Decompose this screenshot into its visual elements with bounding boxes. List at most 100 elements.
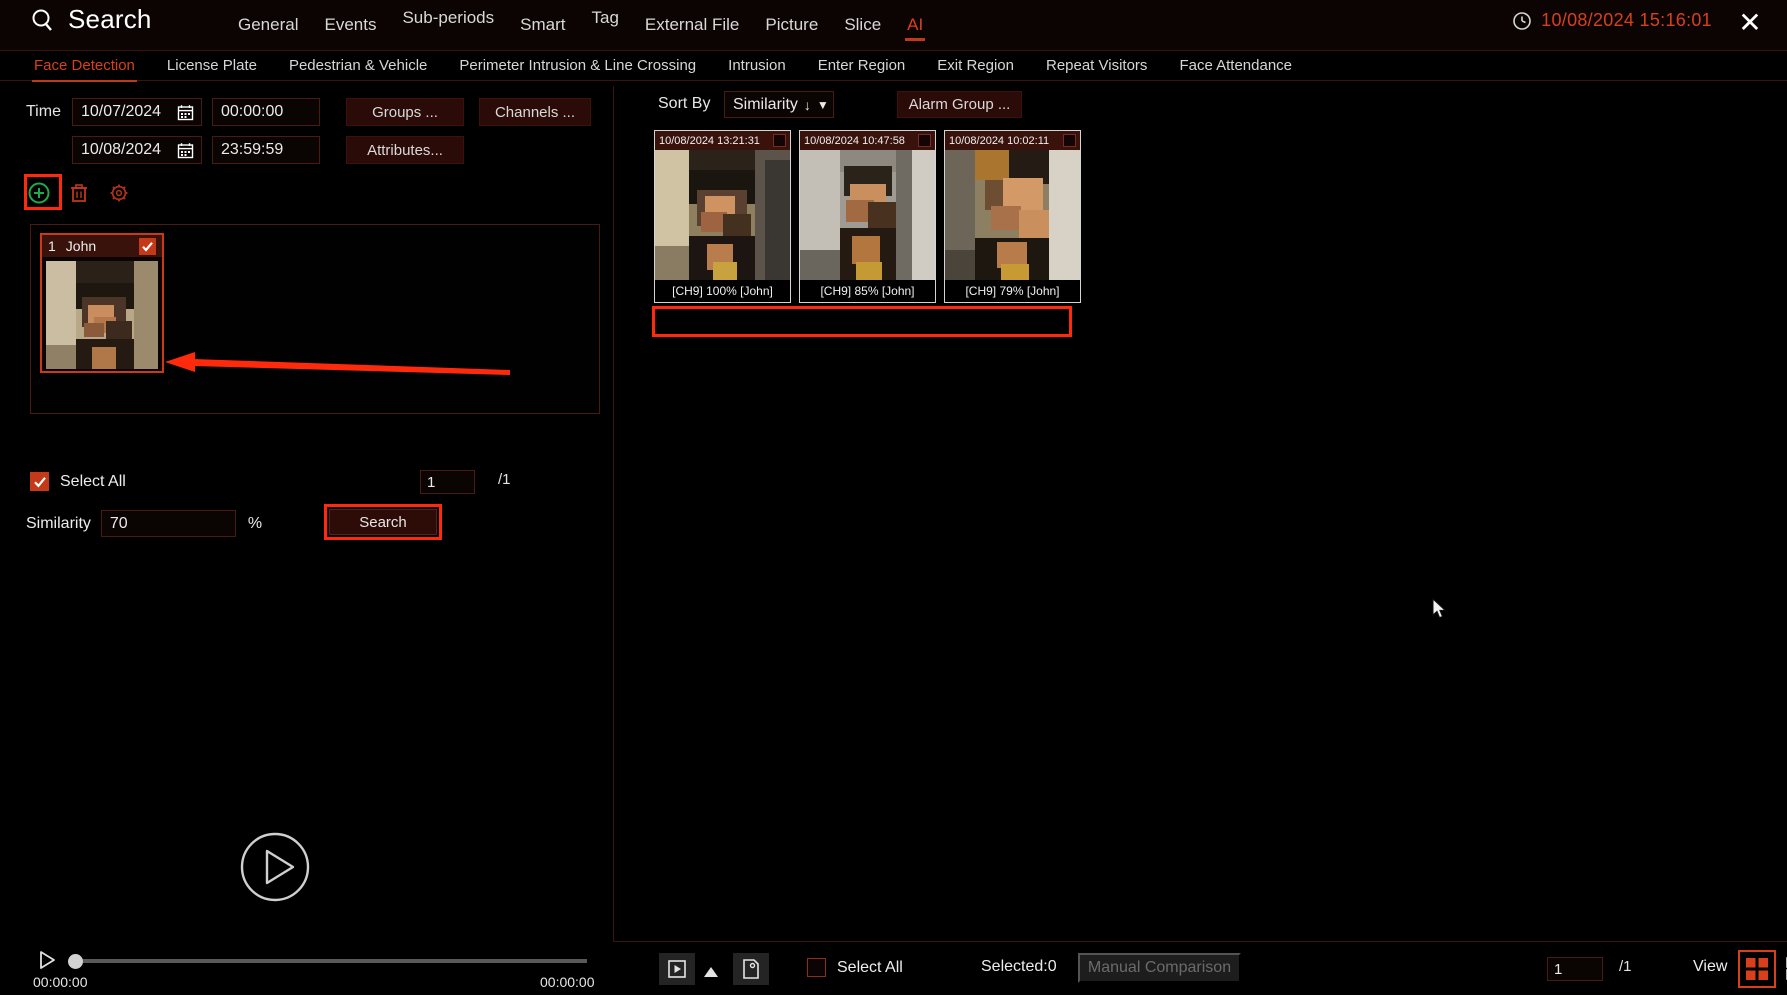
results-page-input[interactable]: 1	[1547, 957, 1603, 981]
similarity-input[interactable]: 70	[100, 510, 236, 537]
time-range-end-row: 10/08/2024 23:59:59 Attributes...	[26, 136, 464, 164]
result-captions-highlight	[652, 306, 1072, 337]
search-icon	[30, 7, 56, 33]
sort-by-select[interactable]: Similarity ↓ ▼	[724, 91, 834, 118]
manual-comparison-button[interactable]: Manual Comparison	[1078, 953, 1241, 983]
result-caption: [CH9] 79% [John]	[945, 280, 1080, 302]
play-icon[interactable]	[38, 950, 56, 975]
result-timestamp: 10/08/2024 10:47:58	[804, 134, 905, 147]
result-checkbox[interactable]	[773, 134, 786, 147]
result-card[interactable]: 10/08/2024 10:47:58 [CH9] 85% [John]	[799, 130, 936, 303]
channels-button[interactable]: Channels ...	[479, 98, 591, 126]
subtab-face-attendance[interactable]: Face Attendance	[1163, 51, 1308, 81]
tab-picture[interactable]: Picture	[752, 0, 831, 50]
playback-time-end: 00:00:00	[540, 974, 595, 990]
results-select-all-label: Select All	[837, 958, 903, 976]
face-card-name: John	[65, 238, 97, 254]
calendar-icon[interactable]	[177, 104, 194, 126]
result-checkbox[interactable]	[918, 134, 931, 147]
play-circle-icon[interactable]	[239, 831, 311, 903]
groups-button[interactable]: Groups ...	[346, 98, 464, 126]
similarity-unit: %	[247, 514, 263, 532]
header-clock: 10/08/2024 15:16:01	[1512, 10, 1712, 31]
face-page-total: /1	[498, 471, 511, 488]
bottom-select-all-group: Select All	[807, 958, 903, 977]
subtab-exit-region[interactable]: Exit Region	[921, 51, 1030, 81]
results-page-total: /1	[1619, 958, 1632, 975]
end-time-input[interactable]: 23:59:59	[212, 136, 320, 164]
backup-file-icon[interactable]	[733, 953, 769, 985]
attributes-button[interactable]: Attributes...	[346, 136, 464, 164]
tab-tag[interactable]: Tag	[578, 0, 631, 43]
result-card-header: 10/08/2024 10:02:11	[945, 131, 1080, 150]
search-button[interactable]: Search	[329, 509, 437, 535]
triangle-up-icon[interactable]	[700, 953, 722, 985]
subtab-repeat-visitors[interactable]: Repeat Visitors	[1030, 51, 1163, 81]
result-thumbnail	[945, 150, 1080, 280]
start-date-value: 10/07/2024	[81, 103, 162, 120]
tab-ai[interactable]: AI	[894, 0, 936, 50]
similarity-label: Similarity	[26, 514, 91, 532]
sort-by-label: Sort By	[658, 95, 711, 112]
results-select-all-checkbox[interactable]	[807, 958, 826, 977]
calendar-icon[interactable]	[177, 142, 194, 164]
time-label: Time	[26, 103, 61, 120]
play-box-icon[interactable]	[659, 953, 695, 985]
ai-search-window: Search General Events Sub-periods Smart …	[0, 0, 1787, 995]
app-brand: Search	[30, 4, 152, 35]
gear-icon[interactable]	[106, 180, 132, 206]
result-caption: [CH9] 100% [John]	[655, 280, 790, 302]
subtab-license-plate[interactable]: License Plate	[151, 51, 273, 81]
face-select-all-checkbox[interactable]	[30, 472, 49, 491]
subtab-perimeter-intrusion[interactable]: Perimeter Intrusion & Line Crossing	[443, 51, 712, 81]
app-header: Search General Events Sub-periods Smart …	[0, 0, 1787, 50]
playback-track[interactable]	[74, 959, 587, 963]
clock-icon	[1512, 11, 1532, 31]
results-bottom-bar: Select All Selected:0 Manual Comparison …	[613, 941, 1787, 995]
result-caption: [CH9] 85% [John]	[800, 280, 935, 302]
end-date-input[interactable]: 10/08/2024	[72, 136, 202, 164]
face-card-checkbox[interactable]	[139, 237, 156, 255]
search-criteria-panel: Time 10/07/2024 00:00:00 Groups ... Chan…	[0, 86, 612, 916]
result-card[interactable]: 10/08/2024 10:02:11 [CH9] 79% [John]	[944, 130, 1081, 303]
face-select-all-label: Select All	[60, 472, 126, 490]
subtab-intrusion[interactable]: Intrusion	[712, 51, 802, 81]
results-grid: 10/08/2024 13:21:31 [CH9] 100% [John] 10…	[654, 130, 1081, 303]
face-page-input[interactable]: 1	[420, 470, 475, 494]
end-time-value: 23:59:59	[221, 141, 284, 158]
grid-2x2-icon[interactable]	[1738, 950, 1776, 988]
time-range-start-row: Time 10/07/2024 00:00:00 Groups ... Chan…	[26, 98, 591, 126]
subtab-enter-region[interactable]: Enter Region	[802, 51, 922, 81]
tab-smart[interactable]: Smart	[507, 0, 578, 50]
tab-general[interactable]: General	[225, 0, 311, 50]
add-circle-icon[interactable]	[26, 180, 52, 206]
face-list-toolbar	[26, 180, 132, 206]
playback-scrubber[interactable]	[68, 954, 83, 969]
face-card-john[interactable]: 1 John	[40, 233, 164, 373]
current-datetime: 10/08/2024 15:16:01	[1541, 10, 1712, 30]
face-list-container[interactable]: 1 John	[30, 224, 600, 414]
result-checkbox[interactable]	[1063, 134, 1076, 147]
subtab-pedestrian-vehicle[interactable]: Pedestrian & Vehicle	[273, 51, 443, 81]
trash-icon[interactable]	[66, 180, 92, 206]
chevron-down-icon: ▼	[816, 97, 829, 112]
close-icon[interactable]: ✕	[1735, 8, 1765, 38]
result-card[interactable]: 10/08/2024 13:21:31 [CH9] 100% [John]	[654, 130, 791, 303]
sub-navigation: Face Detection License Plate Pedestrian …	[0, 50, 1787, 82]
tab-external-file[interactable]: External File	[632, 0, 752, 50]
tab-slice[interactable]: Slice	[831, 0, 894, 50]
start-time-value: 00:00:00	[221, 103, 284, 120]
view-label: View	[1693, 958, 1728, 975]
tab-sub-periods[interactable]: Sub-periods	[389, 0, 507, 43]
subtab-face-detection[interactable]: Face Detection	[18, 51, 151, 82]
selected-count-label: Selected:0	[981, 958, 1057, 975]
start-date-input[interactable]: 10/07/2024	[72, 98, 202, 126]
result-thumbnail	[800, 150, 935, 280]
page-title: Search	[68, 4, 152, 34]
face-thumbnail	[46, 261, 158, 369]
start-time-input[interactable]: 00:00:00	[212, 98, 320, 126]
end-date-value: 10/08/2024	[81, 141, 162, 158]
tab-events[interactable]: Events	[311, 0, 389, 50]
alarm-group-button[interactable]: Alarm Group ...	[897, 91, 1022, 118]
bottom-action-icons	[659, 953, 769, 985]
